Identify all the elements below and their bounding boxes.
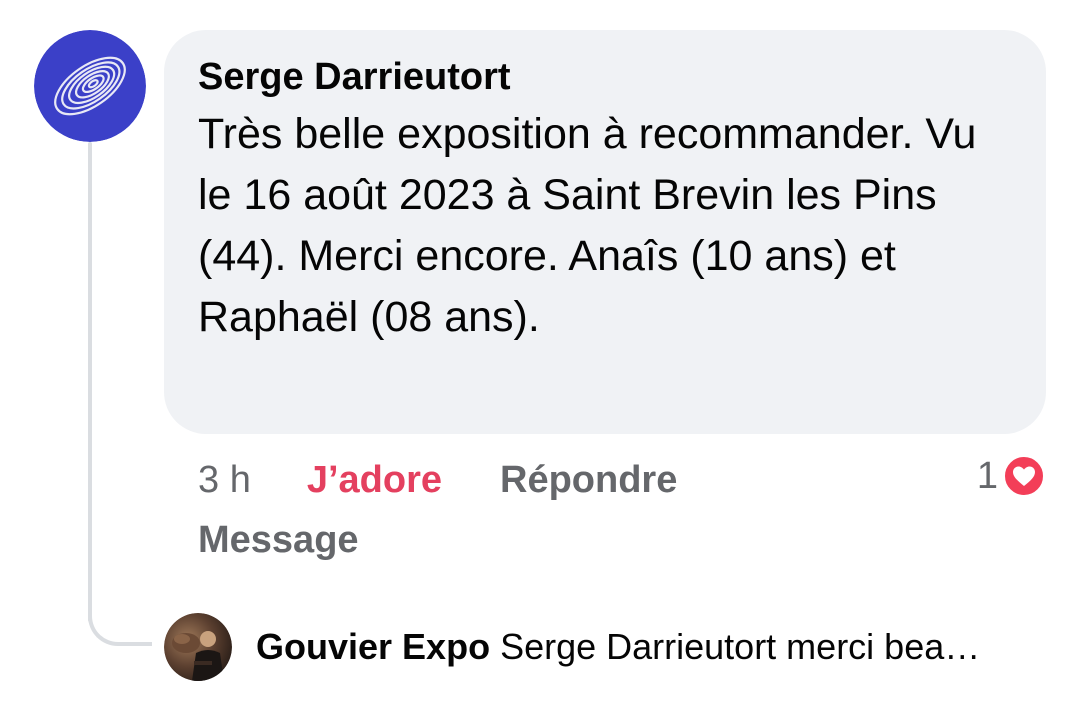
heart-icon xyxy=(1002,454,1046,498)
reaction-summary[interactable]: 1 xyxy=(977,454,1046,498)
comment-text: Très belle exposition à recommander. Vu … xyxy=(198,110,977,341)
reply-text: Serge Darrieutort merci bea… xyxy=(500,626,981,667)
commenter-avatar[interactable] xyxy=(34,30,146,142)
reply-author[interactable]: Gouvier Expo xyxy=(256,626,490,668)
thread-connector xyxy=(88,600,152,646)
comment-thread: Serge Darrieutort Très belle exposition … xyxy=(0,0,1080,702)
reply-avatar[interactable] xyxy=(164,613,232,681)
comment-actions: 3 h J’adore Répondre xyxy=(198,456,677,504)
thread-line xyxy=(88,142,92,622)
reply-button[interactable]: Répondre xyxy=(500,459,677,502)
photo-avatar-icon xyxy=(164,613,232,681)
spiral-avatar-icon xyxy=(34,30,146,142)
message-button[interactable]: Message xyxy=(198,516,359,564)
comment-bubble: Serge Darrieutort Très belle exposition … xyxy=(164,30,1046,434)
comment-author[interactable]: Serge Darrieutort xyxy=(198,54,1012,100)
comment-timestamp[interactable]: 3 h xyxy=(198,459,251,502)
reply-preview[interactable]: Gouvier Expo Serge Darrieutort merci bea… xyxy=(164,612,980,682)
like-button[interactable]: J’adore xyxy=(307,459,442,502)
reaction-count: 1 xyxy=(976,454,998,497)
